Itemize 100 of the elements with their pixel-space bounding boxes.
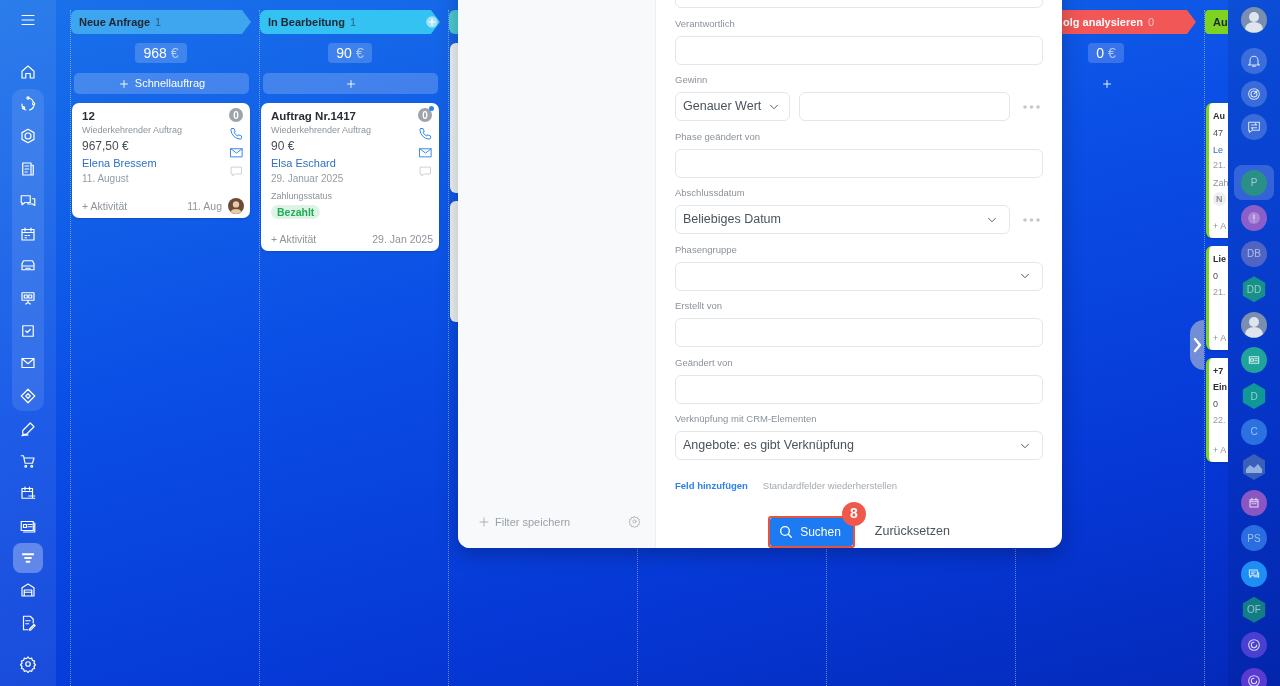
text-field[interactable] <box>675 148 1043 178</box>
dots-icon <box>1022 104 1040 109</box>
sidebar-item[interactable]: DD <box>1234 271 1274 307</box>
avatar-icon[interactable] <box>1241 311 1267 338</box>
activity-link[interactable]: + Aktivität <box>271 231 317 247</box>
deal-amount: 967,50 € <box>82 138 130 155</box>
mail-icon[interactable] <box>417 145 433 160</box>
stage-count: 1 <box>350 14 357 30</box>
chat-icon[interactable] <box>1246 119 1262 135</box>
avatar-initials[interactable]: OF <box>1241 596 1267 623</box>
chevron-right-icon <box>1193 337 1202 353</box>
search-icon <box>778 523 795 540</box>
restore-fields-link[interactable]: Standardfelder wiederherstellen <box>762 477 897 494</box>
card-title: 12 <box>82 109 96 124</box>
text-field[interactable] <box>675 35 1043 65</box>
field-label: Verknüpfung mit CRM-Elementen <box>675 412 818 426</box>
stage-title: olg analysieren <box>1063 14 1144 30</box>
client-link[interactable]: Elsa Eschard <box>271 155 417 171</box>
stage-count: 0 <box>1148 14 1155 30</box>
avatar-circle[interactable] <box>1241 632 1267 659</box>
avatar-initials[interactable]: C <box>1241 418 1267 445</box>
avatar-circle[interactable] <box>1241 205 1267 232</box>
client-link[interactable]: Elena Bressem <box>82 155 228 171</box>
add-field-link[interactable]: Feld hinzufügen <box>675 477 748 494</box>
bell-icon[interactable] <box>1246 53 1262 69</box>
avatar-initials[interactable]: DD <box>1241 276 1267 303</box>
reset-button[interactable]: Zurücksetzen <box>874 522 950 541</box>
avatar-circle[interactable] <box>1241 667 1267 686</box>
sidebar-item[interactable] <box>13 543 43 574</box>
deal-date: 22. <box>1213 414 1227 427</box>
field-label: Abschlussdatum <box>675 186 746 200</box>
diamond-icon <box>19 386 37 405</box>
text-field[interactable] <box>675 318 1043 347</box>
home-icon <box>19 63 37 81</box>
total-amount: 968 <box>143 43 167 63</box>
activity-link[interactable]: + A <box>1213 218 1227 234</box>
sidebar-item[interactable]: DB <box>1234 236 1274 272</box>
activity-link[interactable]: + A <box>1213 330 1227 346</box>
select-field[interactable] <box>675 261 1043 291</box>
mail-icon[interactable] <box>228 145 244 160</box>
counter-text: 0 <box>233 108 239 123</box>
scroll-right-button[interactable] <box>1190 320 1204 370</box>
select-value: Beliebiges Datum <box>683 211 781 229</box>
phone-icon[interactable] <box>228 126 244 141</box>
quick-add-button[interactable]: Schnellauftrag <box>74 73 249 94</box>
swirl-icon <box>1246 672 1262 686</box>
deal-card[interactable]: Lie 0 21. + A <box>1206 246 1228 350</box>
field-label: Phasengruppe <box>675 242 738 257</box>
sidebar-item[interactable]: D <box>1234 378 1274 414</box>
text-field[interactable] <box>799 92 1010 121</box>
stage-count: 1 <box>155 14 162 30</box>
sidebar-item[interactable]: P <box>1234 165 1274 200</box>
card-subtitle: Wiederkehrender Auftrag <box>271 124 373 137</box>
avatar-circle[interactable] <box>1241 561 1267 588</box>
target-icon[interactable] <box>1246 86 1262 102</box>
deal-card[interactable]: +7 Ein 0 22. + A <box>1206 358 1228 462</box>
avatar-initials[interactable]: PS <box>1241 525 1267 552</box>
avatar-initials[interactable]: DB <box>1241 240 1267 267</box>
warehouse-icon <box>19 581 37 600</box>
avatar-circle[interactable] <box>1241 347 1267 374</box>
deal-card[interactable]: 12 Wiederkehrender Auftrag 967,50 € Elena Bressem 11. August 0 + Aktivität 11. Aug <box>72 103 250 218</box>
dots-icon <box>1022 217 1040 222</box>
currency-sign: € <box>355 43 364 63</box>
add-circle-icon[interactable] <box>425 15 439 29</box>
sidebar-item[interactable]: OF <box>1234 592 1274 628</box>
presentation-icon <box>19 289 37 308</box>
total-amount: 0 <box>1096 43 1104 63</box>
select-field[interactable]: Angebote: es gibt Verknüpfung <box>675 431 1043 460</box>
select-field[interactable]: Genauer Wert <box>675 92 790 121</box>
group-avatar-icon[interactable] <box>1241 454 1267 481</box>
status-badge: N <box>1213 192 1226 206</box>
avatar-initials[interactable]: P <box>1241 169 1267 196</box>
search-button[interactable]: Suchen <box>770 517 853 546</box>
plus-icon <box>117 77 130 90</box>
deal-amount: 0 <box>1213 270 1219 283</box>
phone-icon[interactable] <box>417 126 433 141</box>
save-filter-button[interactable]: Filter speichern <box>478 513 571 530</box>
deal-card[interactable]: Au 47 Le 21. Zah N + A <box>1206 103 1228 238</box>
field-label: Phase geändert von <box>675 129 762 144</box>
avatar-circle[interactable] <box>1241 489 1267 516</box>
activity-link[interactable]: + A <box>1213 442 1227 458</box>
field-label: Gewinn <box>675 73 709 87</box>
deal-date: 21. <box>1213 159 1227 172</box>
stage-title: Au <box>1213 14 1228 30</box>
activity-link[interactable]: + Aktivität <box>82 198 128 214</box>
currency-sign: € <box>170 43 179 63</box>
avatar-initials[interactable]: D <box>1241 383 1267 410</box>
activity-date: 29. Jan 2025 <box>372 232 433 247</box>
deal-card[interactable]: Auftrag Nr.1417 Wiederkehrender Auftrag 90 € Elsa Eschard 29. Januar 2025 Zahlungsstatus Bezahlt 0 + Aktivität 29. Jan 2025 <box>261 103 439 251</box>
text-field[interactable] <box>675 374 1043 404</box>
alert-icon <box>1246 210 1262 227</box>
avatar-icon[interactable] <box>228 198 244 214</box>
select-field[interactable]: Beliebiges Datum <box>675 205 1010 234</box>
client-link[interactable]: Le <box>1213 142 1228 158</box>
sidebar-item[interactable]: C <box>1234 414 1274 450</box>
sidebar-item[interactable]: PS <box>1234 520 1274 556</box>
plus-icon <box>478 515 490 528</box>
select-value: Genauer Wert <box>683 98 762 116</box>
avatar-icon[interactable] <box>1241 7 1267 33</box>
deal-amount: 0 <box>1213 398 1219 411</box>
